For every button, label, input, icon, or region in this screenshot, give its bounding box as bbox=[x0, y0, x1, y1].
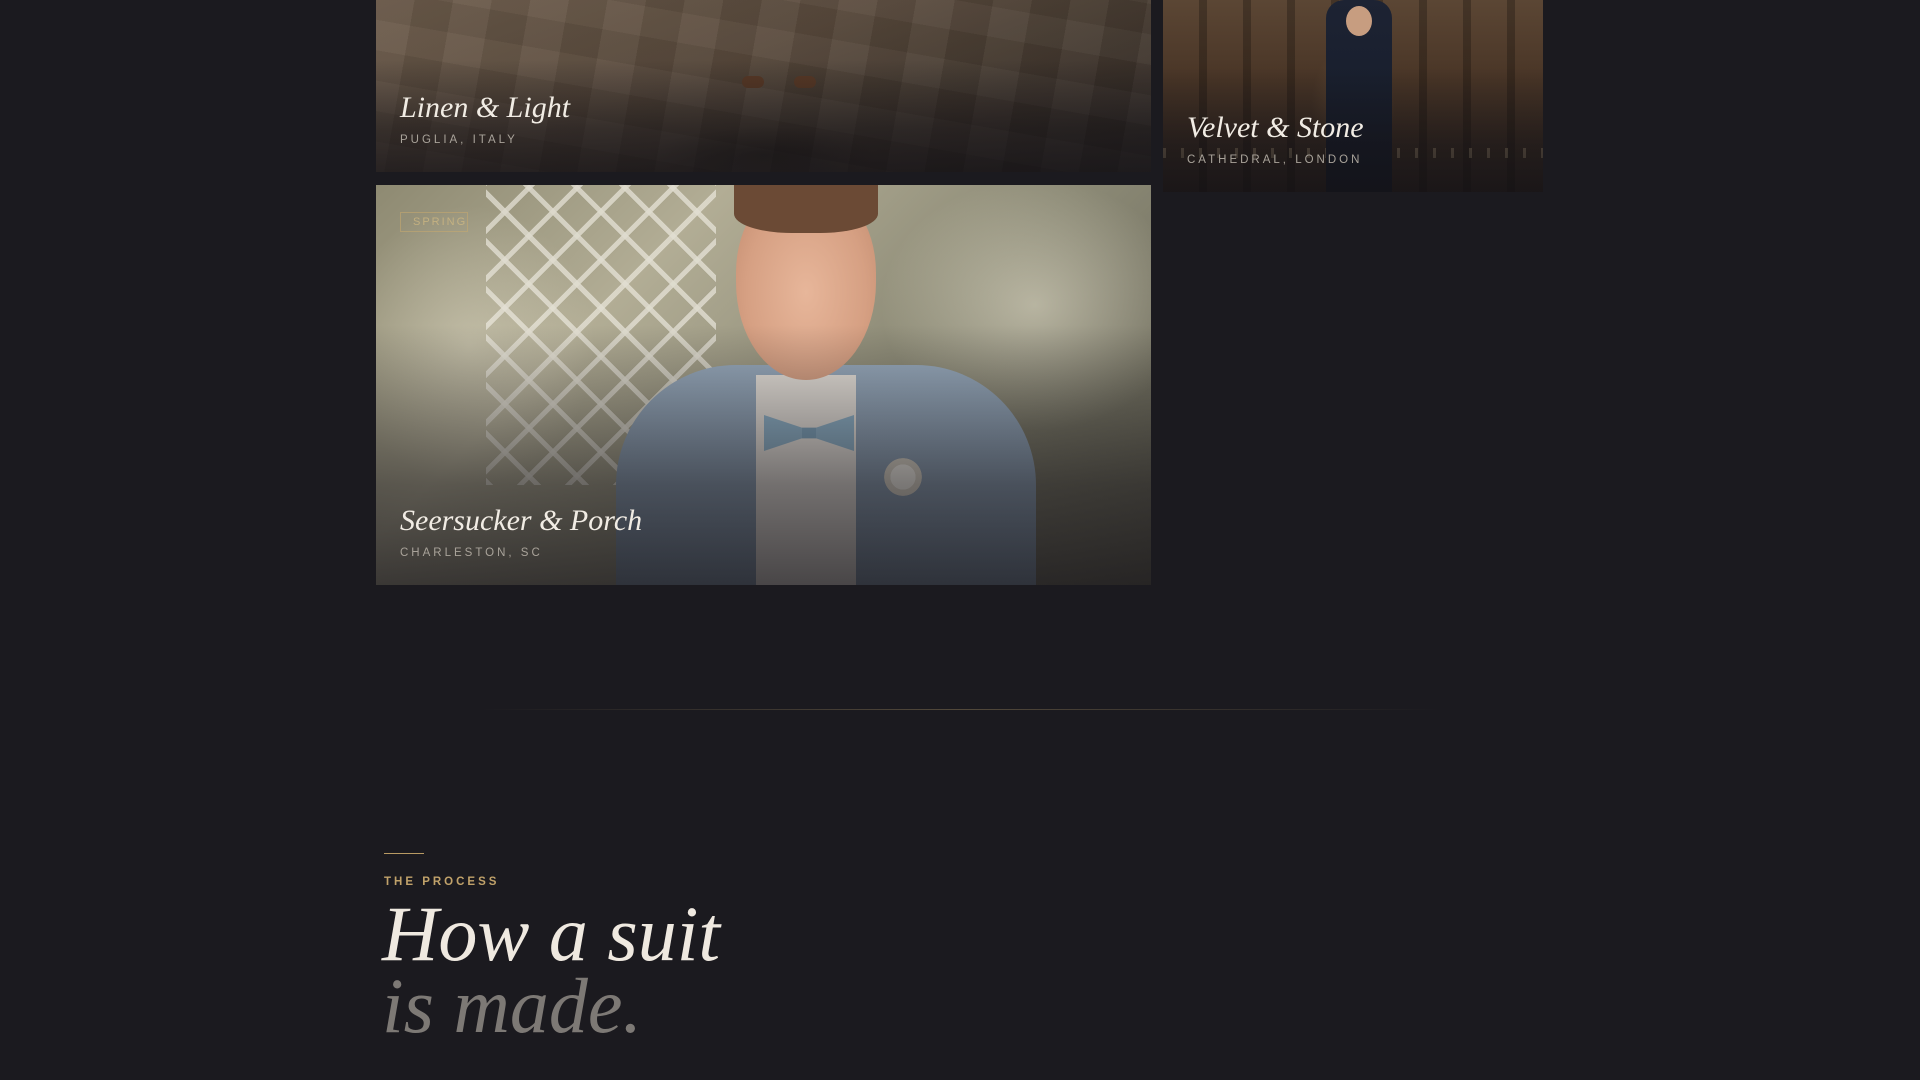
card-location: PUGLIA, ITALY bbox=[400, 134, 518, 146]
card-caption: Linen & Light PUGLIA, ITALY bbox=[400, 91, 570, 146]
card-title: Linen & Light bbox=[400, 91, 571, 124]
heading-line-2: is made. bbox=[382, 962, 642, 1049]
card-location: CATHEDRAL, LONDON bbox=[1187, 154, 1363, 166]
lookbook-card-seersucker-porch[interactable]: SPRING Seersucker & Porch CHARLESTON, SC bbox=[376, 185, 1151, 585]
eyebrow-accent-line bbox=[384, 853, 424, 854]
card-location: CHARLESTON, SC bbox=[400, 547, 543, 559]
card-caption: Seersucker & Porch CHARLESTON, SC bbox=[400, 504, 642, 559]
photo-overlay bbox=[376, 0, 1151, 172]
card-title: Velvet & Stone bbox=[1187, 111, 1364, 144]
card-caption: Velvet & Stone CATHEDRAL, LONDON bbox=[1187, 111, 1364, 166]
season-tag: SPRING bbox=[400, 212, 468, 232]
page: Linen & Light PUGLIA, ITALY Velvet & Sto… bbox=[0, 0, 1920, 1080]
lookbook-card-velvet-stone[interactable]: Velvet & Stone CATHEDRAL, LONDON bbox=[1163, 0, 1543, 192]
card-title: Seersucker & Porch bbox=[400, 504, 643, 537]
section-heading: How a suit is made. bbox=[382, 890, 721, 1049]
section-divider bbox=[480, 709, 1440, 710]
section-eyebrow: THE PROCESS bbox=[384, 876, 500, 888]
lookbook-card-linen-light[interactable]: Linen & Light PUGLIA, ITALY bbox=[376, 0, 1151, 172]
heading-line-1: How a suit bbox=[382, 890, 721, 977]
